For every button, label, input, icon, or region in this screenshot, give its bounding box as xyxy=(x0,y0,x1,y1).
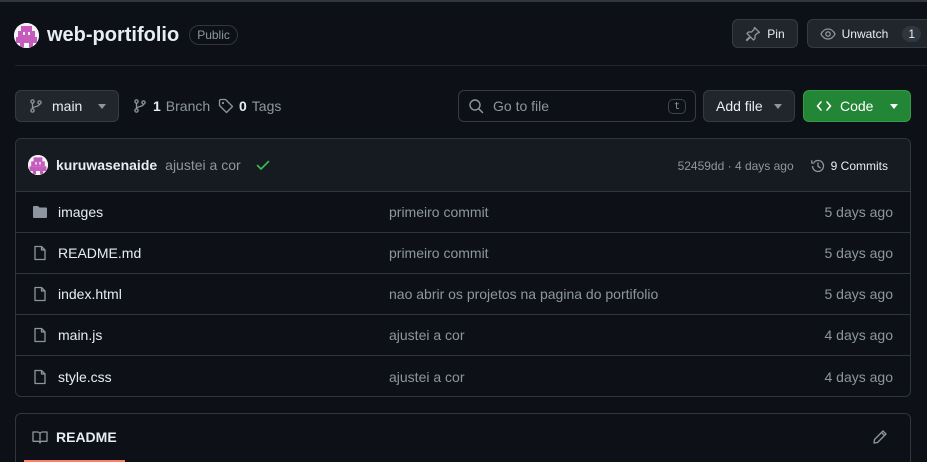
keyboard-shortcut-hint: t xyxy=(667,98,686,114)
file-name[interactable]: main.js xyxy=(58,327,102,343)
pin-button[interactable]: Pin xyxy=(732,19,798,48)
file-name[interactable]: images xyxy=(58,204,103,220)
latest-commit-bar: kuruwasenaide ajustei a cor 52459dd · 4 … xyxy=(16,139,910,192)
file-icon xyxy=(32,369,48,385)
pin-label: Pin xyxy=(767,26,785,41)
file-date: 4 days ago xyxy=(824,327,894,343)
file-icon xyxy=(32,327,48,343)
file-commit-message[interactable]: nao abrir os projetos na pagina do porti… xyxy=(389,286,658,302)
go-to-file-search[interactable]: t xyxy=(458,90,696,122)
readme-panel: README xyxy=(15,413,911,462)
code-label: Code xyxy=(840,98,874,114)
readme-title: README xyxy=(56,429,117,445)
code-button[interactable]: Code xyxy=(803,90,911,122)
search-icon xyxy=(468,98,484,114)
tags-link[interactable]: 0 Tags xyxy=(218,90,281,122)
folder-icon xyxy=(32,204,48,220)
commits-history-link[interactable]: 9 Commits xyxy=(810,158,888,174)
chevron-down-icon xyxy=(98,103,106,109)
tag-icon xyxy=(218,98,234,114)
branch-select-button[interactable]: main xyxy=(15,90,119,122)
tag-count: 0 xyxy=(239,98,247,114)
file-date: 4 days ago xyxy=(824,368,894,385)
git-branch-icon xyxy=(28,98,44,114)
file-row[interactable]: README.md primeiro commit 5 days ago xyxy=(16,233,910,274)
file-icon xyxy=(32,245,48,261)
file-date: 5 days ago xyxy=(824,204,894,220)
add-file-button[interactable]: Add file xyxy=(703,90,795,122)
commit-message[interactable]: ajustei a cor xyxy=(165,157,240,173)
file-commit-message[interactable]: primeiro commit xyxy=(389,245,489,261)
chevron-down-icon xyxy=(774,103,782,109)
file-browser: kuruwasenaide ajustei a cor 52459dd · 4 … xyxy=(15,138,911,397)
file-date: 5 days ago xyxy=(824,286,894,302)
branch-label: Branch xyxy=(165,98,211,114)
unwatch-label: Unwatch xyxy=(841,26,889,41)
file-commit-message[interactable]: ajustei a cor xyxy=(389,369,464,385)
git-branch-icon xyxy=(132,98,148,114)
repo-header: web-portifolio Public xyxy=(14,19,238,51)
tag-label: Tags xyxy=(251,98,282,114)
file-icon xyxy=(32,286,48,302)
check-icon[interactable] xyxy=(255,157,271,173)
watch-count: 1 xyxy=(902,25,921,42)
code-icon xyxy=(816,98,832,114)
commit-hash-time[interactable]: 52459dd · 4 days ago xyxy=(678,159,794,173)
branches-link[interactable]: 1 Branch xyxy=(132,90,210,122)
file-name[interactable]: index.html xyxy=(58,286,122,302)
unwatch-button[interactable]: Unwatch 1 xyxy=(806,19,927,48)
repo-owner-avatar[interactable] xyxy=(14,22,39,48)
history-icon xyxy=(810,158,826,174)
commits-count-label: 9 Commits xyxy=(830,158,888,173)
file-name[interactable]: style.css xyxy=(58,369,112,385)
file-row[interactable]: style.css ajustei a cor 4 days ago xyxy=(16,356,910,396)
pencil-icon[interactable] xyxy=(872,429,888,445)
file-row[interactable]: main.js ajustei a cor 4 days ago xyxy=(16,315,910,356)
chevron-down-icon xyxy=(890,103,898,109)
top-border xyxy=(0,0,927,2)
repo-header-actions: Pin Unwatch 1 xyxy=(732,19,927,48)
book-icon xyxy=(32,429,48,445)
readme-tab[interactable]: README xyxy=(32,429,117,445)
repo-name[interactable]: web-portifolio xyxy=(47,24,179,47)
branch-name: main xyxy=(52,98,83,114)
add-file-label: Add file xyxy=(716,98,763,114)
file-commit-message[interactable]: primeiro commit xyxy=(389,204,489,220)
file-commit-message[interactable]: ajustei a cor xyxy=(389,327,464,343)
header-divider xyxy=(15,65,927,66)
search-input[interactable] xyxy=(493,98,658,114)
file-date: 5 days ago xyxy=(824,245,894,261)
file-name[interactable]: README.md xyxy=(58,245,141,261)
commit-meta: 52459dd · 4 days ago 9 Commits xyxy=(678,139,888,192)
file-row[interactable]: index.html nao abrir os projetos na pagi… xyxy=(16,274,910,315)
branch-count: 1 xyxy=(153,98,161,114)
commit-author-avatar[interactable] xyxy=(28,155,48,175)
file-row[interactable]: images primeiro commit 5 days ago xyxy=(16,192,910,233)
visibility-badge: Public xyxy=(189,25,238,45)
eye-icon xyxy=(819,26,836,42)
commit-author[interactable]: kuruwasenaide xyxy=(56,157,157,173)
repo-toolbar: main 1 Branch 0 Tags t Add file Code xyxy=(15,90,911,123)
pin-icon xyxy=(745,26,761,42)
